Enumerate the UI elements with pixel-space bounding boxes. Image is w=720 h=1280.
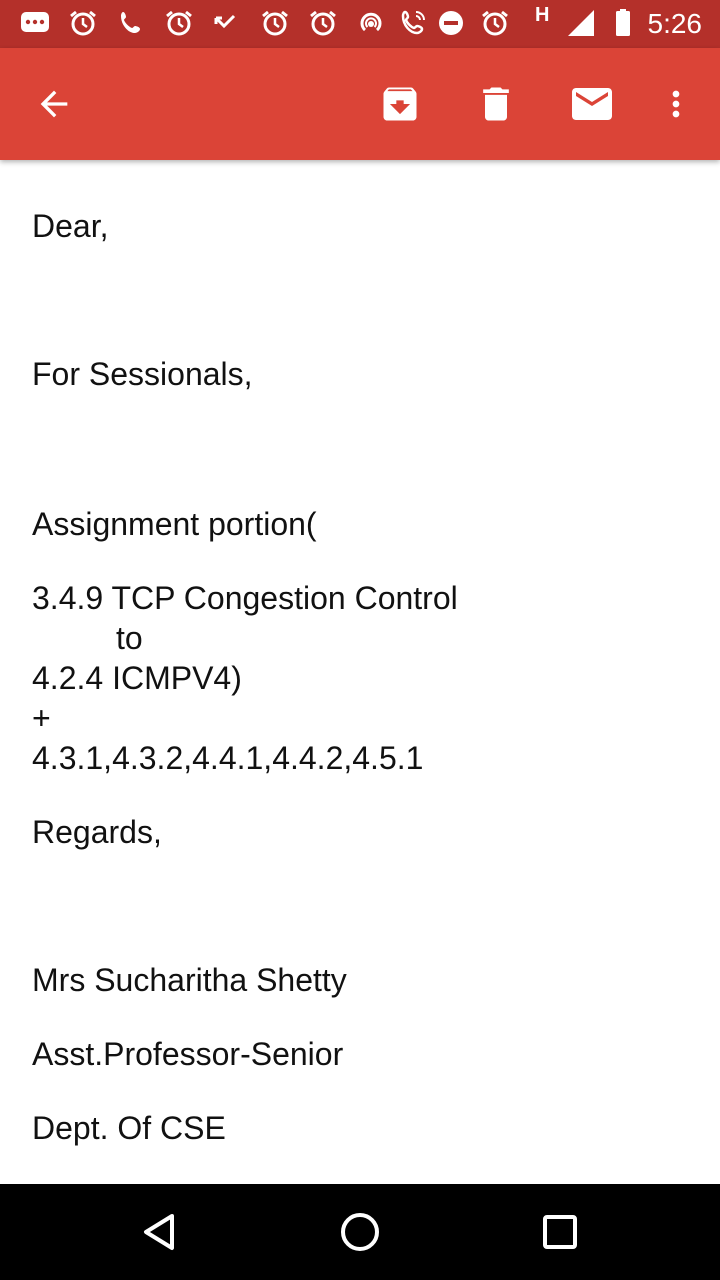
battery-icon [616,9,630,36]
range-to-text: to [116,620,143,656]
status-bar: H 5:26 [0,0,720,48]
assignment-heading: Assignment portion( [32,506,317,542]
message-icon [21,12,49,32]
greeting-text: Dear, [32,208,109,244]
more-options-button[interactable] [648,76,704,132]
nav-home-icon [341,1213,379,1251]
alarm-icon [166,10,192,36]
back-arrow-icon [40,90,68,118]
alarm-icon [70,10,96,36]
wifi-call-icon [401,10,425,35]
more-vert-icon [672,90,680,118]
mail-icon [572,88,612,120]
closing-text: Regards, [32,814,162,850]
alarm-icon [310,10,336,36]
missed-call-icon [214,14,236,29]
nav-back-icon [144,1214,174,1250]
hotspot-icon [360,12,382,32]
range-start-text: 3.4.9 TCP Congestion Control [32,580,458,616]
phone-icon [121,12,140,33]
nav-home-button[interactable] [330,1202,390,1262]
email-toolbar [0,48,720,160]
dnd-icon [439,11,463,35]
alarm-icon [262,10,288,36]
system-nav-bar [0,1184,720,1280]
plus-text: + [32,700,51,736]
nav-recents-icon [543,1215,577,1249]
nav-recents-button[interactable] [530,1202,590,1262]
mark-unread-button[interactable] [564,76,620,132]
sender-title: Asst.Professor-Senior [32,1036,344,1072]
status-time: 5:26 [647,8,703,39]
intro-text: For Sessionals, [32,356,253,392]
back-button[interactable] [26,76,82,132]
signal-icon [568,10,594,36]
extra-sections-text: 4.3.1,4.3.2,4.4.1,4.4.2,4.5.1 [32,740,424,776]
nav-back-button[interactable] [130,1202,190,1262]
delete-button[interactable] [468,76,524,132]
network-type-label: H [535,4,550,26]
sender-name: Mrs Sucharitha Shetty [32,962,347,998]
alarm-icon [482,10,508,36]
range-end-text: 4.2.4 ICMPV4) [32,660,242,696]
delete-icon [483,87,509,121]
archive-icon [383,87,417,121]
archive-button[interactable] [372,76,428,132]
sender-department: Dept. Of CSE [32,1110,226,1146]
